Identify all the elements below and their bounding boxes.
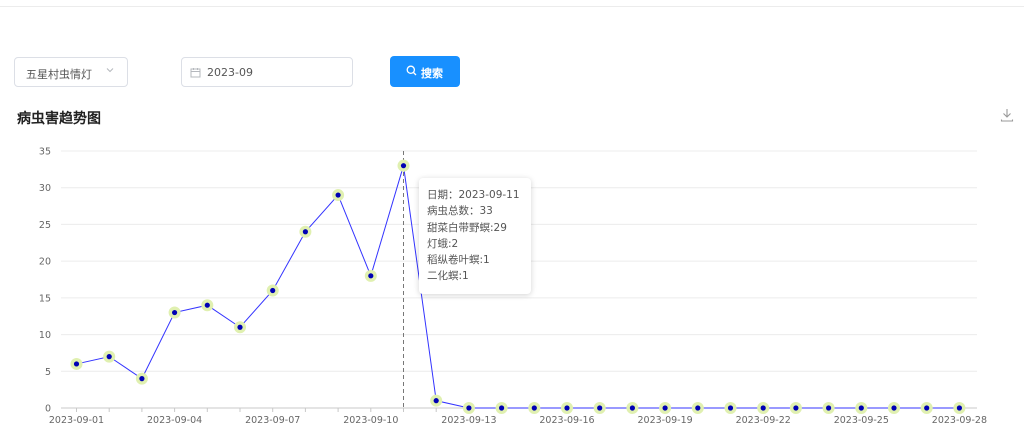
data-point	[531, 405, 537, 411]
data-point	[956, 405, 963, 411]
data-point	[139, 376, 145, 382]
data-point	[204, 302, 210, 308]
x-tick-label: 2023-09-01	[49, 415, 104, 425]
x-tick-label: 2023-09-07	[245, 415, 300, 425]
month-picker[interactable]: 2023-09	[181, 57, 353, 87]
x-tick-label: 2023-09-16	[539, 415, 594, 425]
data-point	[302, 229, 308, 235]
x-tick-label: 2023-09-25	[834, 415, 889, 425]
data-point	[270, 287, 276, 294]
x-tick-label: 2023-09-10	[343, 415, 398, 425]
x-tick-label: 2023-09-04	[147, 415, 202, 425]
data-point	[695, 405, 701, 411]
search-button[interactable]: 搜索	[390, 56, 460, 87]
y-tick-label: 25	[39, 220, 51, 231]
y-tick-label: 35	[39, 147, 51, 158]
data-point	[924, 405, 930, 411]
calendar-icon	[190, 67, 201, 81]
tooltip-line: 病虫总数：33	[427, 205, 493, 218]
tooltip-line: 灯蛾:2	[427, 237, 459, 250]
location-select[interactable]: 五星村虫情灯	[14, 57, 128, 87]
tooltip-line: 甜菜白带野螟:29	[427, 221, 507, 234]
month-picker-value: 2023-09	[207, 66, 253, 79]
search-button-label: 搜索	[421, 67, 443, 80]
data-point	[335, 192, 341, 198]
data-point	[400, 163, 407, 169]
data-point	[237, 324, 243, 330]
data-point	[727, 405, 734, 411]
chevron-down-icon	[105, 65, 115, 78]
data-point	[662, 405, 668, 411]
y-tick-label: 20	[39, 257, 51, 268]
tooltip-line: 稻纵卷叶螟:1	[427, 254, 490, 267]
data-point	[793, 405, 799, 411]
x-tick-label: 2023-09-13	[441, 415, 496, 425]
location-select-value: 五星村虫情灯	[26, 68, 92, 81]
tooltip-line: 二化螟:1	[427, 270, 469, 283]
y-tick-label: 5	[45, 367, 51, 378]
data-point	[629, 405, 636, 411]
data-point	[433, 398, 439, 404]
y-tick-label: 15	[39, 293, 51, 304]
data-point	[466, 405, 472, 411]
data-point	[826, 405, 832, 411]
data-point	[760, 405, 766, 411]
data-point	[499, 405, 505, 411]
x-tick-label: 2023-09-28	[932, 415, 987, 425]
data-point	[172, 309, 178, 316]
data-point	[73, 361, 80, 367]
x-tick-label: 2023-09-19	[637, 415, 692, 425]
chart-tooltip: 日期：2023-09-11 病虫总数：33 甜菜白带野螟:29 灯蛾:2 稻纵卷叶螟:1…	[419, 178, 531, 294]
data-point	[891, 405, 897, 411]
tooltip-line: 日期：2023-09-11	[427, 189, 520, 201]
download-icon[interactable]	[999, 107, 1015, 123]
x-tick-label: 2023-09-22	[736, 415, 791, 425]
data-point	[597, 405, 603, 411]
data-point	[368, 273, 374, 279]
data-point	[564, 405, 570, 411]
y-tick-label: 10	[39, 330, 51, 341]
top-divider	[0, 0, 1024, 7]
y-tick-label: 0	[45, 404, 51, 415]
search-icon	[406, 65, 417, 79]
y-tick-label: 30	[39, 183, 51, 194]
data-point	[106, 354, 112, 360]
data-point	[858, 405, 864, 411]
chart-title: 病虫害趋势图	[17, 111, 101, 127]
